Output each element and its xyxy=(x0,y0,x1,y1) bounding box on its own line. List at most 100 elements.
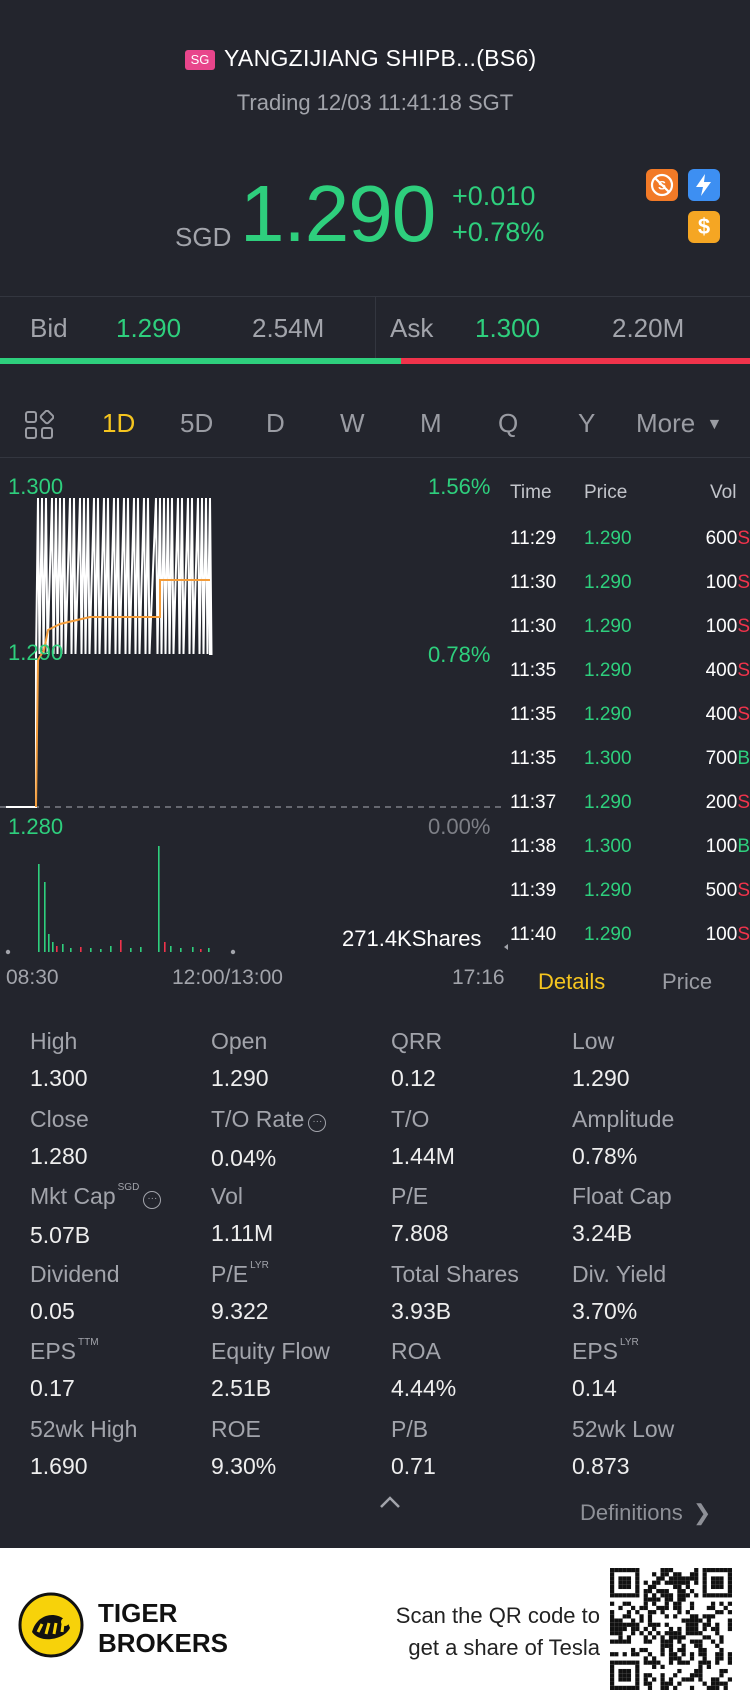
tick-volume: 400S xyxy=(705,704,750,725)
stat-value: 7.808 xyxy=(391,1220,449,1246)
price-change: +0.010 xyxy=(452,181,536,211)
tab-1d[interactable]: 1D xyxy=(102,408,135,439)
time-start: 08:30 xyxy=(6,966,59,989)
stat-low: Low 1.290 xyxy=(572,1028,630,1092)
promo-footer: TIGER BROKERS Scan the QR code to get a … xyxy=(0,1548,750,1708)
tick-row: 11:30 1.290 100S xyxy=(510,616,750,660)
axis-low-price: 1.280 xyxy=(8,814,64,839)
chevron-right-icon: ❯ xyxy=(692,1500,712,1525)
tiger-logo-icon xyxy=(18,1592,84,1662)
tick-row: 11:37 1.290 200S xyxy=(510,792,750,836)
stat-label: 52wk Low xyxy=(572,1415,675,1442)
tab-d[interactable]: D xyxy=(266,408,285,439)
period-tabs: 1D 5D D W M Q Y More ▼ xyxy=(0,392,750,458)
stat-label: ROA xyxy=(391,1338,441,1364)
tick-time: 11:35 xyxy=(510,660,557,681)
ask-price: 1.300 xyxy=(475,313,541,343)
tick-volume: 100B xyxy=(705,836,750,857)
stock-title[interactable]: YANGZIJIANG SHIPB...(BS6) xyxy=(224,45,537,72)
tab-y[interactable]: Y xyxy=(578,408,595,439)
tab-w[interactable]: W xyxy=(340,408,365,439)
tick-row: 11:38 1.300 100B xyxy=(510,836,750,880)
axis-high-pct: 1.56% xyxy=(428,474,491,499)
stat-qrr: QRR 0.12 xyxy=(391,1028,442,1092)
stat-label: 52wk High xyxy=(30,1415,138,1442)
last-price: 1.290 xyxy=(240,169,436,258)
brand-line-1: TIGER xyxy=(98,1598,178,1628)
tick-row: 11:35 1.290 400S xyxy=(510,660,750,704)
tick-volume: 400S xyxy=(705,660,750,681)
stat-label: T/O xyxy=(391,1105,430,1132)
stat-open: Open 1.290 xyxy=(211,1028,269,1092)
stat-superscript: LYR xyxy=(250,1259,269,1271)
stat-label: Mkt Cap SGD··· xyxy=(30,1182,162,1212)
ask-size: 2.20M xyxy=(612,313,685,343)
stat-label: Vol xyxy=(211,1183,243,1209)
currency-label: SGD xyxy=(175,222,232,252)
stat-52wk-high: 52wk High 1.690 xyxy=(30,1416,137,1480)
stat-total-shares: Total Shares 3.93B xyxy=(391,1261,519,1325)
tab-more-label: More xyxy=(636,408,696,438)
stat-value: 4.44% xyxy=(391,1375,457,1401)
tab-price[interactable]: Price xyxy=(662,969,712,995)
volume-bars xyxy=(38,846,210,952)
axis-mid-pct: 0.78% xyxy=(428,642,491,667)
tick-price: 1.290 xyxy=(584,528,632,549)
promo-line-1: Scan the QR code to xyxy=(395,1603,600,1628)
stat-value: 0.14 xyxy=(572,1375,617,1401)
stat-roa: ROA 4.44% xyxy=(391,1338,456,1402)
stat-mkt-cap: Mkt Cap SGD··· 5.07B xyxy=(30,1182,162,1249)
tab-more[interactable]: More ▼ xyxy=(636,408,722,439)
tab-m[interactable]: M xyxy=(420,408,442,439)
more-info-icon[interactable]: ··· xyxy=(308,1113,327,1132)
stat-label: QRR xyxy=(391,1028,443,1054)
tick-time: 11:37 xyxy=(510,792,557,813)
stat-t-o-rate: T/O Rate ··· 0.04% xyxy=(211,1106,327,1172)
stat-value: 1.290 xyxy=(211,1065,269,1091)
tab-5d[interactable]: 5D xyxy=(180,408,213,439)
dollar-icon[interactable]: $ xyxy=(688,211,720,243)
stat-label: Div. Yield xyxy=(572,1260,667,1287)
tick-price: 1.290 xyxy=(584,704,632,725)
tick-row: 11:35 1.300 700B xyxy=(510,748,750,792)
tab-q[interactable]: Q xyxy=(498,408,518,439)
more-info-icon[interactable]: ··· xyxy=(143,1191,162,1209)
ask-label: Ask xyxy=(390,313,434,343)
stat-p-b: P/B 0.71 xyxy=(391,1416,436,1480)
tick-row: 11:35 1.290 400S xyxy=(510,704,750,748)
bid-size: 2.54M xyxy=(252,313,325,343)
stat-eps: EPS TTM 0.17 xyxy=(30,1337,99,1402)
tick-volume: 600S xyxy=(705,528,750,549)
stat-value: 1.280 xyxy=(30,1142,88,1169)
chart-layout-icon[interactable] xyxy=(24,409,55,444)
stat-label: EPS TTM xyxy=(30,1337,99,1364)
tick-price: 1.300 xyxy=(584,748,632,769)
tab-details[interactable]: Details xyxy=(538,969,605,995)
tick-row: 11:39 1.290 500S xyxy=(510,880,750,924)
bid-ask-bar: Bid 1.290 2.54M Ask 1.300 2.20M xyxy=(0,296,750,361)
stat-label: EPS LYR xyxy=(572,1337,639,1364)
stat-label: ROE xyxy=(211,1415,261,1442)
definitions-link[interactable]: Definitions ❯ xyxy=(580,1500,711,1526)
stat-label: Float Cap xyxy=(572,1183,672,1209)
tick-time: 11:29 xyxy=(510,528,557,549)
flash-icon[interactable] xyxy=(688,169,720,201)
tick-row: 11:30 1.290 100S xyxy=(510,572,750,616)
tick-volume: 500S xyxy=(705,880,750,901)
tick-time: 11:38 xyxy=(510,836,557,857)
stat-value: 2.51B xyxy=(211,1375,272,1401)
no-short-icon[interactable]: S xyxy=(646,169,678,201)
stat-vol: Vol 1.11M xyxy=(211,1183,273,1247)
bid-ask-divider xyxy=(375,297,376,361)
stat-float-cap: Float Cap 3.24B xyxy=(572,1183,672,1247)
tick-volume: 100S xyxy=(705,572,750,593)
market-badge: SG xyxy=(185,50,215,70)
price-change-pct: +0.78% xyxy=(452,217,545,247)
bid-price: 1.290 xyxy=(116,313,182,343)
intraday-chart[interactable]: 1.300 1.290 1.280 1.56% 0.78% 0.00% 271.… xyxy=(0,460,510,989)
stat-value: 0.05 xyxy=(30,1297,75,1324)
stat-value: 3.70% xyxy=(572,1297,638,1324)
stat-high: High 1.300 xyxy=(30,1028,88,1092)
tick-price: 1.300 xyxy=(584,836,632,857)
chevron-up-icon[interactable] xyxy=(378,1494,402,1514)
